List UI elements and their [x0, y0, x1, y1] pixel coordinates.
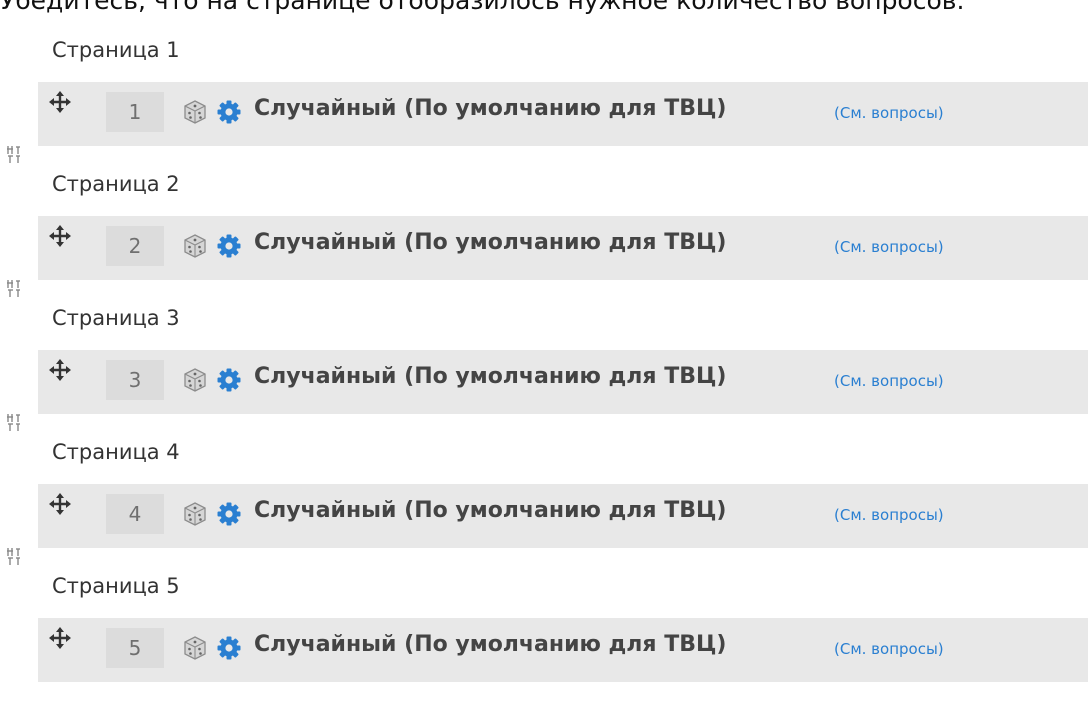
instruction-text: Убедитесь, что на странице отобразилось … — [0, 0, 965, 15]
move-icon[interactable] — [48, 492, 72, 516]
page-section: Страница 5 5 Случайный (По умолчанию для… — [0, 570, 1088, 704]
move-icon[interactable] — [48, 626, 72, 650]
slot-number: 3 — [106, 360, 164, 400]
repaginate-icon[interactable] — [6, 412, 22, 432]
page-section: Страница 2 2 Случайный (По умолчанию для… — [0, 168, 1088, 302]
see-questions-link[interactable]: (См. вопросы) — [834, 640, 944, 658]
move-icon[interactable] — [48, 358, 72, 382]
dice-icon — [184, 636, 206, 660]
question-title: Случайный (По умолчанию для ТВЦ) — [254, 498, 727, 523]
gear-icon[interactable] — [216, 501, 242, 527]
dice-icon — [184, 368, 206, 392]
see-questions-link[interactable]: (См. вопросы) — [834, 506, 944, 524]
gear-icon[interactable] — [216, 233, 242, 259]
question-slot: 5 Случайный (По умолчанию для ТВЦ) (См. … — [38, 618, 1088, 682]
slot-number: 1 — [106, 92, 164, 132]
question-slot: 4 Случайный (По умолчанию для ТВЦ) (См. … — [38, 484, 1088, 548]
gear-icon[interactable] — [216, 635, 242, 661]
page-header: Страница 2 — [52, 172, 180, 196]
see-questions-link[interactable]: (См. вопросы) — [834, 104, 944, 122]
page-header: Страница 1 — [52, 38, 180, 62]
move-icon[interactable] — [48, 90, 72, 114]
question-title: Случайный (По умолчанию для ТВЦ) — [254, 632, 727, 657]
repaginate-icon[interactable] — [6, 278, 22, 298]
question-slot: 2 Случайный (По умолчанию для ТВЦ) (См. … — [38, 216, 1088, 280]
question-slot: 3 Случайный (По умолчанию для ТВЦ) (См. … — [38, 350, 1088, 414]
question-slot: 1 Случайный (По умолчанию для ТВЦ) (См. … — [38, 82, 1088, 146]
page-header: Страница 4 — [52, 440, 180, 464]
question-title: Случайный (По умолчанию для ТВЦ) — [254, 230, 727, 255]
page-section: Страница 3 3 Случайный (По умолчанию для… — [0, 302, 1088, 436]
page-section: Страница 1 1 Случайный (По умолчанию для… — [0, 34, 1088, 168]
move-icon[interactable] — [48, 224, 72, 248]
question-title: Случайный (По умолчанию для ТВЦ) — [254, 96, 727, 121]
question-title: Случайный (По умолчанию для ТВЦ) — [254, 364, 727, 389]
gear-icon[interactable] — [216, 99, 242, 125]
see-questions-link[interactable]: (См. вопросы) — [834, 372, 944, 390]
dice-icon — [184, 502, 206, 526]
quiz-slot-list: Страница 1 1 Случайный (По умолчанию для… — [0, 34, 1088, 704]
slot-number: 4 — [106, 494, 164, 534]
gear-icon[interactable] — [216, 367, 242, 393]
repaginate-icon[interactable] — [6, 546, 22, 566]
slot-number: 5 — [106, 628, 164, 668]
page-header: Страница 5 — [52, 574, 180, 598]
repaginate-icon[interactable] — [6, 144, 22, 164]
see-questions-link[interactable]: (См. вопросы) — [834, 238, 944, 256]
slot-number: 2 — [106, 226, 164, 266]
dice-icon — [184, 234, 206, 258]
dice-icon — [184, 100, 206, 124]
page-header: Страница 3 — [52, 306, 180, 330]
page-section: Страница 4 4 Случайный (По умолчанию для… — [0, 436, 1088, 570]
